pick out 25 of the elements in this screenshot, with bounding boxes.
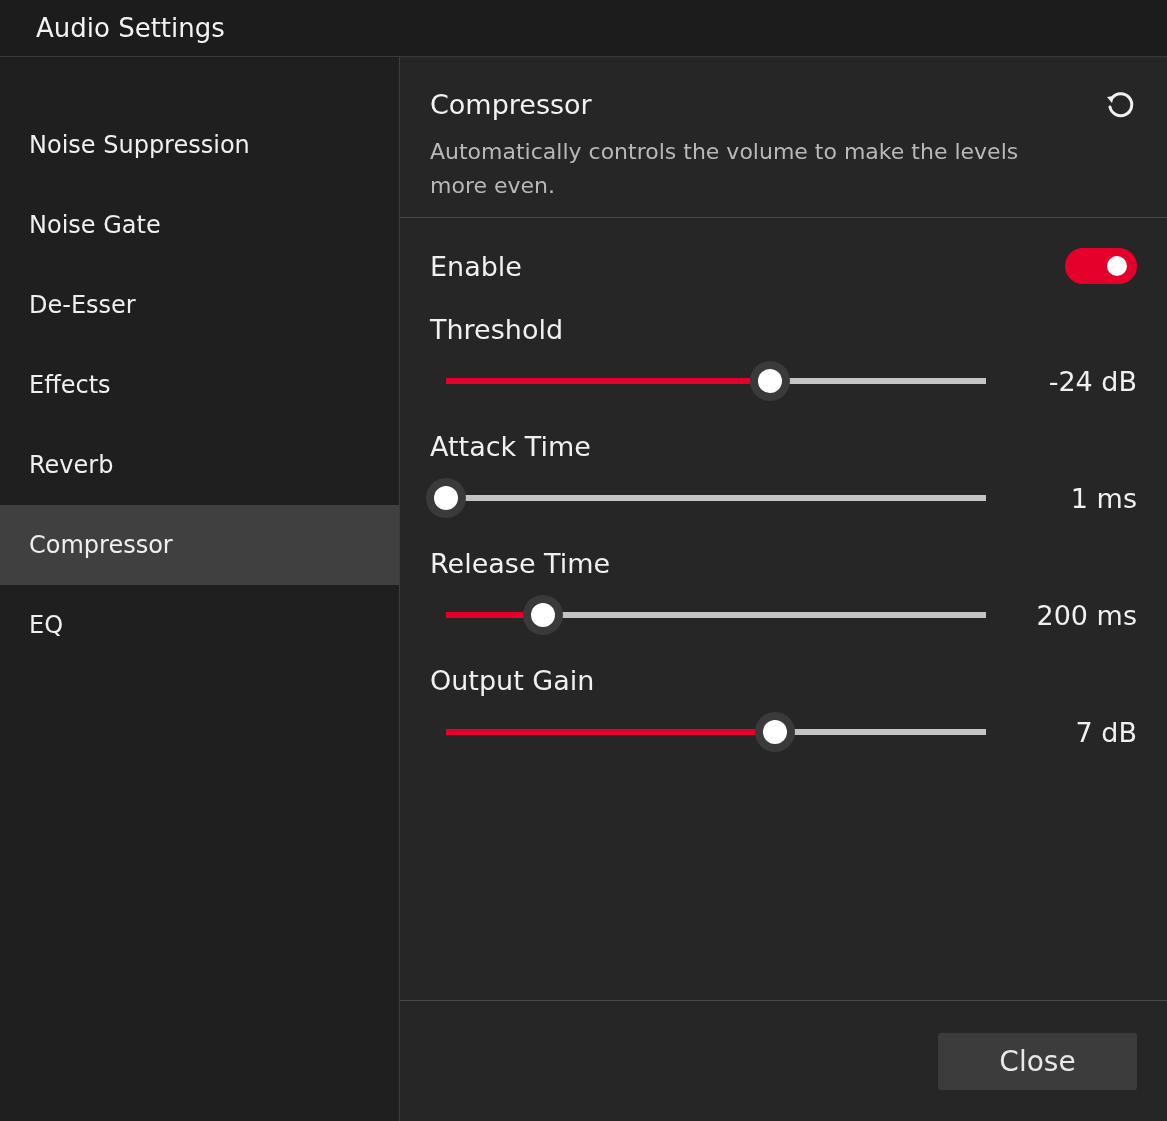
description-text: Automatically controls the volume to make the levels more even. [430, 138, 1020, 200]
value-text: 200 ms [1036, 599, 1137, 631]
sidebar-item[interactable]: Noise Suppression [0, 105, 399, 185]
sidebar-item[interactable]: De-Esser [0, 265, 399, 345]
sidebar-item[interactable]: Compressor [0, 505, 399, 585]
setting-label: Release Time [430, 548, 612, 579]
sidebar-item[interactable]: EQ [0, 585, 399, 665]
value-text: 7 dB [1075, 716, 1137, 748]
sidebar-item[interactable]: Reverb [0, 425, 399, 505]
section-title: Compressor [430, 88, 592, 120]
window-title: Audio Settings [36, 13, 225, 43]
slider-thumb[interactable] [426, 478, 466, 518]
close-button[interactable]: Close [938, 1032, 1137, 1090]
toggle-switch[interactable] [1065, 248, 1137, 284]
slider-thumb[interactable] [750, 361, 790, 401]
sidebar-item[interactable]: Noise Gate [0, 185, 399, 265]
slider-thumb[interactable] [755, 712, 796, 752]
sidebar-item[interactable]: Effects [0, 345, 399, 425]
setting-label: Threshold [430, 314, 565, 345]
setting-label: Attack Time [430, 431, 592, 462]
value-text: 1 ms [1070, 482, 1137, 514]
value-text: -24 dB [1048, 365, 1137, 397]
setting-label: Output Gain [430, 665, 596, 696]
slider-thumb[interactable] [523, 595, 564, 635]
setting-label: Enable [430, 250, 522, 282]
